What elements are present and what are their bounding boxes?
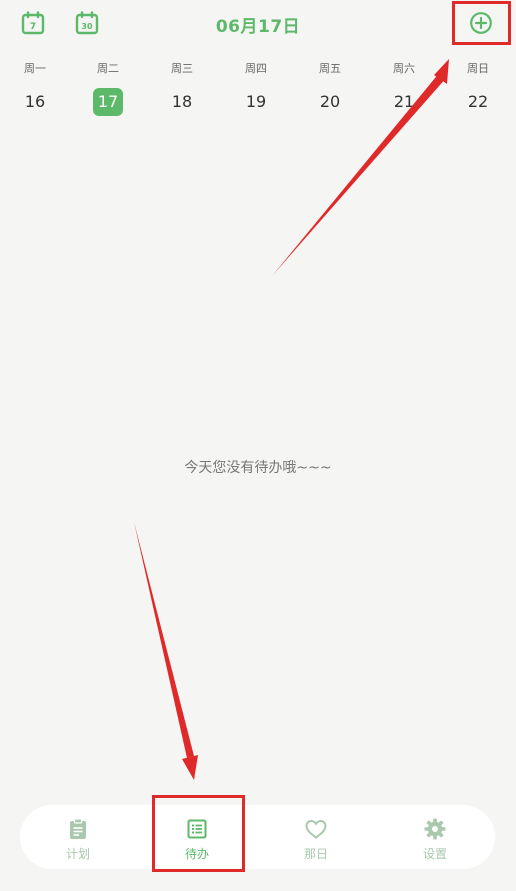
highlight-box-add bbox=[452, 1, 511, 45]
weekday-label: 周二 bbox=[97, 62, 119, 75]
nav-item-plan[interactable]: 计划 bbox=[28, 805, 128, 869]
day-number: 18 bbox=[171, 92, 193, 111]
heart-icon bbox=[305, 819, 327, 839]
weekday-label: 周日 bbox=[467, 62, 489, 75]
day-cell-selected[interactable]: 17 bbox=[78, 88, 138, 116]
day-number: 20 bbox=[319, 92, 341, 111]
day-number: 22 bbox=[467, 92, 489, 111]
top-bar: 7 30 06月17日 bbox=[0, 0, 516, 48]
arrow-to-todo-tab bbox=[134, 522, 198, 780]
day-number: 19 bbox=[245, 92, 267, 111]
weekday-label: 周一 bbox=[24, 62, 46, 75]
date-title[interactable]: 06月17日 bbox=[0, 12, 516, 37]
day-cell[interactable]: 18 bbox=[152, 88, 212, 116]
day-number: 16 bbox=[24, 92, 46, 111]
nav-label: 那日 bbox=[303, 847, 328, 861]
nav-label: 计划 bbox=[65, 847, 90, 861]
gear-icon bbox=[424, 818, 446, 840]
day-cell[interactable]: 19 bbox=[226, 88, 286, 116]
weekday-label: 周四 bbox=[245, 62, 267, 75]
empty-state-message: 今天您没有待办哦~~~ bbox=[184, 460, 332, 476]
nav-label: 设置 bbox=[422, 847, 447, 861]
day-cell[interactable]: 20 bbox=[300, 88, 360, 116]
day-cell[interactable]: 16 bbox=[5, 88, 65, 116]
bottom-nav: 计划 待办 那日 设置 bbox=[20, 805, 495, 869]
nav-item-that-day[interactable]: 那日 bbox=[266, 805, 366, 869]
weekday-label: 周六 bbox=[393, 62, 415, 75]
day-cell[interactable]: 21 bbox=[374, 88, 434, 116]
day-cell[interactable]: 22 bbox=[448, 88, 508, 116]
weekday-label: 周五 bbox=[319, 62, 341, 75]
week-days: 16 17 18 19 20 21 22 bbox=[0, 88, 516, 116]
week-labels: 周一 周二 周三 周四 周五 周六 周日 bbox=[0, 60, 516, 78]
annotation-arrows bbox=[134, 59, 449, 780]
nav-item-settings[interactable]: 设置 bbox=[385, 805, 485, 869]
clipboard-icon bbox=[70, 818, 86, 839]
weekday-label: 周三 bbox=[171, 62, 193, 75]
day-number: 21 bbox=[393, 92, 415, 111]
highlight-box-todo bbox=[152, 795, 245, 872]
day-number: 17 bbox=[93, 88, 123, 116]
